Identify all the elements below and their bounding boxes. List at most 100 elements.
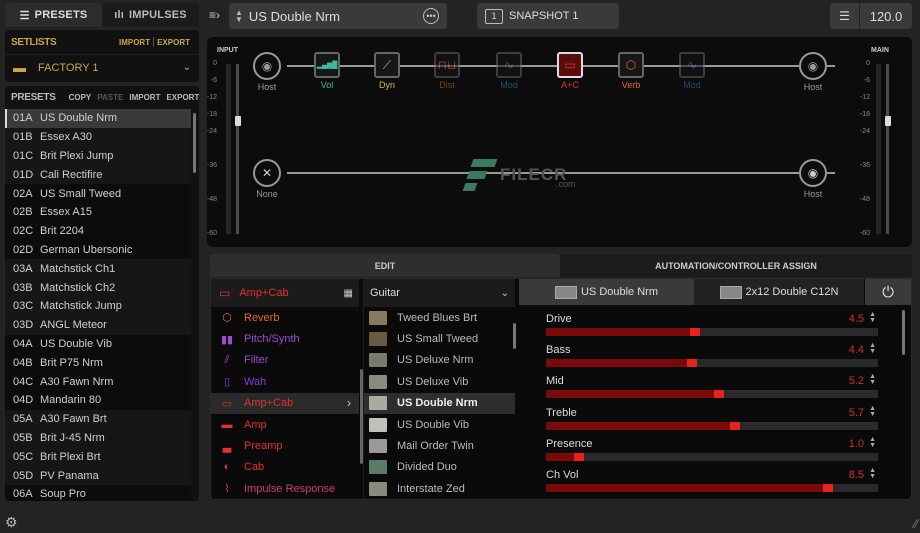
category-item[interactable]: ▯ Wah: [211, 371, 359, 392]
tab-automation-controller-assign[interactable]: AUTOMATION/CONTROLLER ASSIGN: [560, 254, 912, 277]
stepper-icon[interactable]: ▲ ▼: [869, 311, 876, 324]
model-list-item[interactable]: Divided Duo: [364, 457, 515, 478]
setlists-import-button[interactable]: IMPORT: [116, 38, 153, 47]
tempo-value[interactable]: 120.0: [860, 9, 912, 24]
param-value[interactable]: 5.7: [849, 407, 864, 419]
preset-list-item[interactable]: 03C Matchstick Jump: [5, 296, 191, 316]
model-list-item[interactable]: US Deluxe Nrm: [364, 350, 515, 371]
settings-gear-icon[interactable]: ⚙: [5, 514, 18, 531]
preset-list-item[interactable]: 02A US Small Tweed: [5, 184, 191, 203]
preset-list-item[interactable]: 05D PV Panama: [5, 466, 191, 485]
presets-export-button[interactable]: EXPORT: [163, 93, 199, 102]
params-scrollbar[interactable]: [902, 310, 905, 355]
stepper-icon[interactable]: ▲ ▼: [869, 436, 876, 449]
model-list-item[interactable]: US Double Vib: [364, 414, 515, 435]
preset-list-item[interactable]: 02B Essex A15: [5, 202, 191, 222]
setlist-dropdown[interactable]: ▬ FACTORY 1 ⌄: [5, 54, 199, 80]
preset-list-item[interactable]: 02C Brit 2204: [5, 221, 191, 241]
more-options-icon[interactable]: •••: [423, 8, 439, 24]
preset-list-item[interactable]: 03B Matchstick Ch2: [5, 278, 191, 297]
path1-block-mod[interactable]: ∿ Mod: [489, 52, 529, 90]
slider-handle[interactable]: [713, 390, 724, 399]
param-value[interactable]: 4.4: [849, 344, 864, 356]
preset-list-item[interactable]: 04A US Double Vib: [5, 334, 191, 354]
main-level-handle[interactable]: [884, 115, 891, 126]
preset-list-item[interactable]: 05B Brit J-45 Nrm: [5, 428, 191, 448]
path1-block-host[interactable]: ◉ Host: [793, 52, 833, 92]
preset-name-field[interactable]: ▲ ▼ US Double Nrm •••: [229, 3, 447, 29]
preset-list-item[interactable]: 03A Matchstick Ch1: [5, 259, 191, 279]
category-item[interactable]: ⬡ Reverb: [211, 307, 359, 328]
category-item[interactable]: ▮▮ Pitch/Synth: [211, 328, 359, 349]
preset-up-down-icon[interactable]: ▲ ▼: [235, 9, 243, 24]
path1-block-host[interactable]: ◉ Host: [247, 52, 287, 92]
preset-list-item[interactable]: 03D ANGL Meteor: [5, 315, 191, 335]
setlists-export-button[interactable]: EXPORT: [154, 38, 193, 47]
param-value[interactable]: 4.5: [849, 313, 864, 325]
slider-handle[interactable]: [687, 359, 698, 368]
model-list-item[interactable]: US Small Tweed: [364, 328, 515, 349]
stepper-icon[interactable]: ▲ ▼: [869, 373, 876, 386]
expand-panel-icon[interactable]: ≡›: [209, 8, 220, 22]
path2-none[interactable]: ✕ None: [247, 159, 287, 199]
paste-button[interactable]: PASTE: [94, 93, 126, 102]
preset-list-item[interactable]: 05C Brit Plexi Brt: [5, 447, 191, 467]
snapshot-selector[interactable]: 1 SNAPSHOT 1: [477, 3, 619, 29]
slider-handle[interactable]: [730, 421, 741, 430]
category-item[interactable]: ▬ Amp: [211, 414, 359, 435]
preset-list-item[interactable]: 01C Brit Plexi Jump: [5, 146, 191, 166]
category-item[interactable]: ⌇ Impulse Response: [211, 478, 359, 499]
param-slider[interactable]: [546, 452, 878, 461]
param-value[interactable]: 1.0: [849, 438, 864, 450]
path1-block-ac[interactable]: ▭ A+C: [550, 52, 590, 90]
preset-list-item[interactable]: 01D Cali Rectifire: [5, 165, 191, 185]
preset-list-item[interactable]: 01A US Double Nrm: [5, 109, 191, 128]
stepper-icon[interactable]: ▲ ▼: [869, 342, 876, 355]
grid-view-icon[interactable]: ▦: [344, 288, 353, 299]
model-list-item[interactable]: Tweed Blues Brt: [364, 307, 515, 328]
param-slider[interactable]: [546, 328, 878, 336]
model-list-item[interactable]: US Deluxe Vib: [364, 371, 515, 392]
path1-block-mod[interactable]: ∿ Mod: [672, 52, 712, 90]
preset-list-item[interactable]: 04D Mandarin 80: [5, 390, 191, 410]
tab-amp-model[interactable]: US Double Nrm: [519, 279, 694, 305]
preset-list-scrollbar[interactable]: [193, 113, 196, 173]
presets-import-button[interactable]: IMPORT: [126, 93, 163, 102]
param-value[interactable]: 8.5: [849, 469, 864, 481]
path2-host[interactable]: ◉ Host: [793, 159, 833, 199]
param-slider[interactable]: [546, 421, 878, 430]
preset-list-item[interactable]: 04C A30 Fawn Nrm: [5, 372, 191, 391]
param-slider[interactable]: [546, 390, 878, 399]
preset-list-item[interactable]: 06A Soup Pro: [5, 484, 191, 501]
path1-block-dyn[interactable]: ⟋ Dyn: [367, 52, 407, 90]
path1-block-vol[interactable]: ▂▄▆█ Vol: [307, 52, 347, 90]
model-list-item[interactable]: Interstate Zed: [364, 478, 515, 499]
preset-list-item[interactable]: 04B Brit P75 Nrm: [5, 353, 191, 373]
preset-list-item[interactable]: 05A A30 Fawn Brt: [5, 409, 191, 429]
category-item[interactable]: ▃ Preamp: [211, 435, 359, 456]
param-slider[interactable]: [546, 359, 878, 368]
path1-block-dist[interactable]: ⊓⊔ Dist: [427, 52, 467, 90]
input-level-handle[interactable]: [234, 115, 241, 126]
input-level-slider[interactable]: [236, 64, 239, 234]
category-item[interactable]: ◐ Cab: [211, 457, 359, 478]
category-header[interactable]: ▭ Amp+Cab ▦: [211, 279, 359, 307]
resize-handle-icon[interactable]: ⁄⁄: [914, 517, 918, 531]
preset-list-item[interactable]: 02D German Ubersonic: [5, 240, 191, 260]
model-scrollbar[interactable]: [513, 323, 516, 349]
tab-edit[interactable]: EDIT: [210, 254, 560, 277]
copy-button[interactable]: COPY: [66, 93, 95, 102]
param-value[interactable]: 5.2: [849, 375, 864, 387]
slider-handle[interactable]: [574, 452, 585, 461]
slider-handle[interactable]: [690, 328, 701, 336]
tab-cab-model[interactable]: 2x12 Double C12N: [694, 279, 864, 305]
model-list-item[interactable]: Mail Order Twin: [364, 435, 515, 456]
tempo-list-icon[interactable]: ☰: [830, 3, 860, 29]
tab-presets[interactable]: ☰ PRESETS: [5, 3, 102, 27]
main-level-slider[interactable]: [886, 64, 889, 234]
stepper-icon[interactable]: ▲ ▼: [869, 405, 876, 418]
tab-impulses[interactable]: ılı IMPULSES: [102, 3, 199, 27]
slider-handle[interactable]: [823, 484, 834, 492]
model-list-item[interactable]: US Double Nrm: [364, 392, 515, 414]
model-type-dropdown[interactable]: Guitar ⌄: [364, 279, 515, 307]
